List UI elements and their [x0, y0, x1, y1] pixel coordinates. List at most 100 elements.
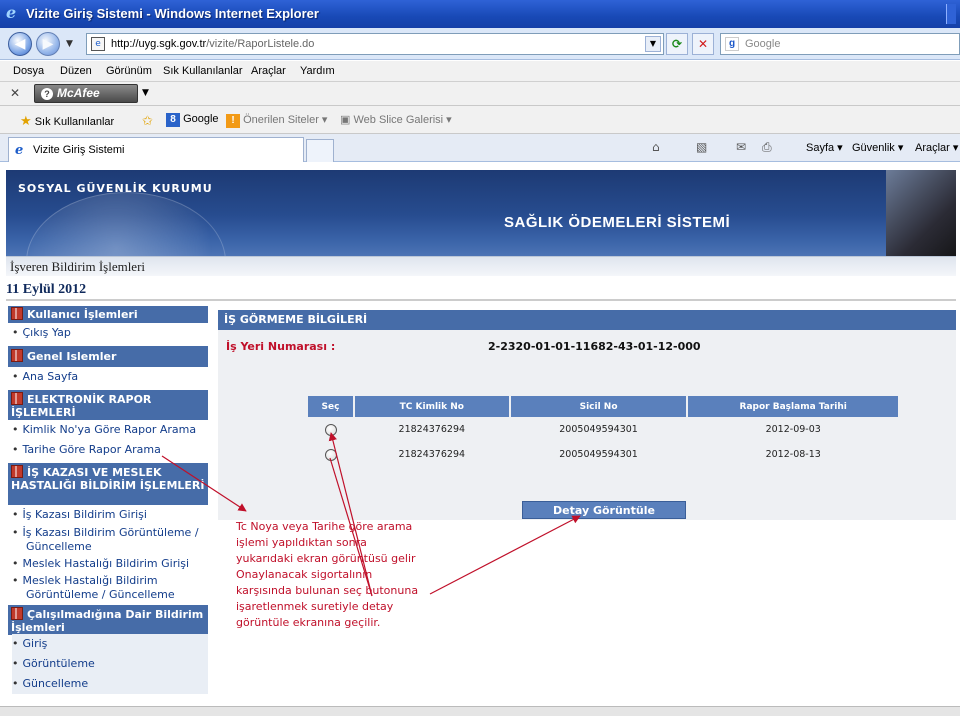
date-cell: 2012-09-03 [765, 424, 821, 435]
annotation-note: Tc Noya veya Tarihe göre arama işlemi ya… [236, 520, 419, 629]
table-row: 21824376294 2005049594301 2012-08-13 [308, 442, 899, 467]
feeds-icon[interactable]: ▧ [696, 140, 712, 154]
col-tc: TC Kimlik No [353, 396, 511, 417]
close-toolbar-icon[interactable]: ✕ [10, 86, 20, 100]
sidebar-item-accident-entry[interactable]: • İş Kazası Bildirim Girişi [12, 508, 208, 522]
sidebar-item-update[interactable]: • Güncelleme [12, 674, 208, 694]
col-sicil: Sicil No [509, 396, 689, 417]
sidebar-item-logout[interactable]: • Çıkış Yap [12, 326, 208, 340]
sidebar-item-accident-view[interactable]: • İş Kazası Bildirim Görüntüleme / Güncel… [12, 526, 208, 554]
book-icon [11, 392, 23, 405]
report-table: Seç TC Kimlik No Sicil No Rapor Başlama … [308, 396, 900, 467]
menu-file[interactable]: Dosya [13, 65, 44, 77]
detail-view-button[interactable]: Detay Görüntüle [522, 501, 686, 519]
mcafee-dropdown-icon[interactable]: ▼ [142, 88, 149, 98]
col-date: Rapor Başlama Tarihi [687, 396, 900, 417]
window-title: Vizite Giriş Sistemi - Windows Internet … [26, 6, 319, 21]
portrait-image [886, 170, 956, 270]
suggested-sites-link[interactable]: ! Önerilen Siteler ▾ [226, 113, 327, 128]
date-cell: 2012-08-13 [765, 449, 821, 460]
col-select: Seç [308, 396, 355, 417]
tab-bar: e Vizite Giriş Sistemi ⌂ ▧ ✉ ⎙ Sayfa ▾ G… [0, 134, 960, 162]
sidebar-item-disease-view[interactable]: • Meslek Hastalığı Bildirim Görüntüleme /… [12, 574, 208, 602]
row-select-radio[interactable] [324, 448, 337, 461]
sidebar-item-entry[interactable]: • Giriş [12, 634, 208, 654]
window-control-button[interactable] [946, 4, 956, 24]
sidebar-item-label: Ana Sayfa [22, 370, 79, 383]
section-title: Kullanıcı İşlemleri [27, 308, 138, 321]
row-select-radio[interactable] [324, 423, 337, 436]
favorites-bar: ★ Sık Kullanılanlar ✩ 8 Google ! Önerile… [0, 106, 960, 134]
recent-pages-dropdown-icon[interactable]: ▼ [66, 39, 73, 49]
sidebar-item-label: Çıkış Yap [22, 326, 71, 339]
sidebar-item-home[interactable]: • Ana Sayfa [12, 370, 208, 384]
page-menu[interactable]: Sayfa ▾ [806, 141, 843, 154]
menu-view[interactable]: Görünüm [106, 65, 152, 77]
sidebar-item-label: Meslek Hastalığı Bildirim Girişi [22, 557, 190, 570]
menu-bar: Dosya Düzen Görünüm Sık Kullanılanlar Ar… [0, 61, 960, 82]
web-slice-label: Web Slice Galerisi ▾ [353, 114, 452, 126]
sidebar-item-label: Meslek Hastalığı Bildirim Görüntüleme / … [22, 574, 175, 601]
window-titlebar: e Vizite Giriş Sistemi - Windows Interne… [0, 0, 960, 28]
sidebar-item-label: İş Kazası Bildirim Görüntüleme / Güncell… [22, 526, 199, 553]
suggested-sites-icon: ! [226, 114, 240, 128]
sicil-cell: 2005049594301 [559, 449, 638, 460]
stop-button[interactable]: ✕ [692, 33, 714, 55]
add-favorite-icon[interactable]: ✩ [142, 113, 153, 129]
menu-edit[interactable]: Düzen [60, 65, 92, 77]
home-icon[interactable]: ⌂ [652, 140, 668, 154]
module-title: İşveren Bildirim İşlemleri [10, 259, 146, 274]
mcafee-button[interactable]: ? McAfee [34, 84, 138, 103]
url-input[interactable]: e http://uyg.sgk.gov.tr/vizite/RaporList… [86, 33, 664, 55]
back-button[interactable]: ◀ [8, 32, 32, 56]
sidebar: Kullanıcı İşlemleri • Çıkış Yap Genel Isl… [8, 306, 208, 694]
url-dropdown-icon[interactable]: ▼ [645, 36, 661, 52]
select-cell [308, 442, 354, 467]
sidebar-item-label: Güncelleme [22, 677, 89, 690]
sidebar-item-label: Giriş [22, 637, 48, 650]
print-icon[interactable]: ⎙ [762, 140, 778, 154]
sicil-cell: 2005049594301 [559, 424, 638, 435]
select-cell [308, 417, 354, 442]
mcafee-toolbar: ✕ ? McAfee ▼ [0, 82, 960, 106]
section-e-report: ELEKTRONİK RAPOR İŞLEMLERİ [8, 390, 208, 420]
search-input[interactable]: g Google [720, 33, 960, 55]
section-title: ELEKTRONİK RAPOR İŞLEMLERİ [11, 393, 152, 419]
institution-name: SOSYAL GÜVENLİK KURUMU [18, 182, 213, 195]
mail-icon[interactable]: ✉ [736, 140, 752, 154]
forward-button[interactable]: ▶ [36, 32, 60, 56]
refresh-button[interactable]: ⟳ [666, 33, 688, 55]
sidebar-item-label: Kimlik No'ya Göre Rapor Arama [22, 423, 197, 436]
menu-tools[interactable]: Araçlar [251, 65, 286, 77]
menu-help[interactable]: Yardım [300, 65, 335, 77]
module-bar: İşveren Bildirim İşlemleri [6, 256, 956, 276]
favorites-button[interactable]: ★ Sık Kullanılanlar [20, 113, 114, 129]
table-row: 21824376294 2005049594301 2012-09-03 [308, 417, 899, 442]
sidebar-item-view[interactable]: • Görüntüleme [12, 654, 208, 674]
divider [6, 299, 956, 301]
tc-cell: 21824376294 [398, 449, 466, 460]
sidebar-item-search-by-date[interactable]: • Tarihe Göre Rapor Arama [12, 443, 208, 457]
section-general: Genel Islemler [8, 346, 208, 367]
google-link[interactable]: 8 Google [166, 113, 219, 127]
table-header-row: Seç TC Kimlik No Sicil No Rapor Başlama … [308, 396, 900, 417]
tools-menu[interactable]: Araçlar ▾ [915, 141, 958, 154]
section-not-worked: Çalışılmadığına Dair Bildirim İşlemleri [8, 605, 208, 635]
safety-menu[interactable]: Güvenlik ▾ [852, 141, 903, 154]
search-placeholder: Google [745, 38, 781, 50]
google-link-label: Google [183, 113, 219, 125]
workplace-number-value: 2-2320-01-01-11682-43-01-12-000 [488, 340, 701, 353]
web-slice-gallery-link[interactable]: ▣ Web Slice Galerisi ▾ [340, 113, 452, 126]
current-date: 11 Eylül 2012 [6, 282, 87, 297]
section-title: İŞ KAZASI VE MESLEK HASTALIĞI BİLDİRİM İ… [11, 466, 205, 492]
section-title: Genel Islemler [27, 350, 117, 363]
sidebar-item-search-by-id[interactable]: • Kimlik No'ya Göre Rapor Arama [12, 423, 208, 437]
status-bar [0, 706, 960, 716]
sidebar-item-disease-entry[interactable]: • Meslek Hastalığı Bildirim Girişi [12, 557, 208, 571]
web-slice-icon: ▣ [340, 114, 351, 126]
sidebar-item-label: İş Kazası Bildirim Girişi [22, 508, 147, 521]
book-icon [11, 607, 23, 620]
new-tab-button[interactable] [306, 139, 334, 162]
menu-favorites[interactable]: Sık Kullanılanlar [163, 65, 243, 77]
tab-vizite[interactable]: e Vizite Giriş Sistemi [8, 137, 304, 162]
